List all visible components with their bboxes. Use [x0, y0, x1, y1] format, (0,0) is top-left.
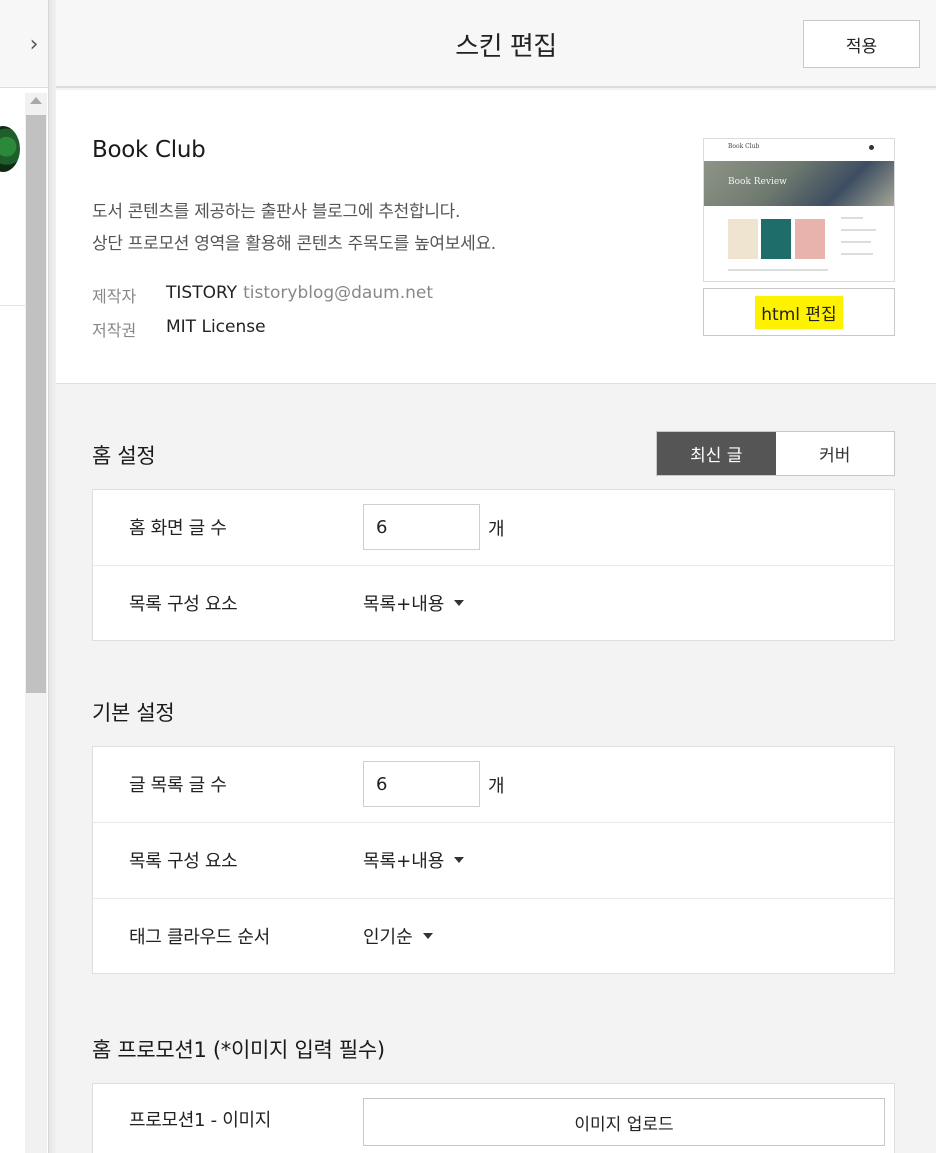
home-list-component-value: 목록+내용 — [363, 594, 445, 615]
basic-settings-box: 글 목록 글 수 6 개 목록 구성 요소 목록+내용 태그 클라우드 순서 인… — [92, 746, 895, 974]
basic-list-component-row: 목록 구성 요소 목록+내용 — [93, 823, 894, 899]
caret-down-icon — [454, 857, 465, 863]
home-post-count-row: 홈 화면 글 수 6 개 — [93, 490, 894, 566]
home-list-component-row: 목록 구성 요소 목록+내용 — [93, 566, 894, 642]
skin-info-card: Book Club 도서 콘텐츠를 제공하는 출판사 블로그에 추천합니다. 상… — [56, 90, 936, 384]
home-post-count-input[interactable]: 6 — [363, 504, 480, 550]
image-upload-button[interactable]: 이미지 업로드 — [363, 1098, 885, 1146]
toggle-cover[interactable]: 커버 — [775, 432, 894, 475]
skin-preview-thumbnail: Book Club Book Review — [703, 138, 895, 282]
tag-order-row: 태그 클라우드 순서 인기순 — [93, 899, 894, 975]
home-settings-title: 홈 설정 — [92, 444, 156, 468]
author-value: TISTORY tistoryblog@daum.net — [166, 283, 433, 303]
author-label: 제작자 — [92, 287, 137, 306]
license-value: MIT License — [166, 317, 266, 337]
skin-name: Book Club — [92, 137, 206, 163]
skin-description-line1: 도서 콘텐츠를 제공하는 출판사 블로그에 추천합니다. — [92, 202, 461, 222]
caret-down-icon — [422, 933, 433, 939]
preview-logo: Book Club — [728, 143, 760, 150]
basic-list-component-select[interactable]: 목록+내용 — [363, 847, 465, 873]
basic-post-count-unit: 개 — [488, 776, 505, 797]
preview-sidebar-line — [841, 229, 876, 231]
home-type-toggle: 최신 글 커버 — [656, 431, 895, 476]
preview-sidebar-line — [841, 217, 863, 219]
panel-header: 스킨 편집 적용 — [56, 0, 936, 88]
toggle-latest-posts[interactable]: 최신 글 — [657, 432, 776, 475]
divider — [0, 305, 25, 306]
basic-post-count-label: 글 목록 글 수 — [129, 775, 227, 796]
background-topbar: › — [0, 0, 48, 88]
tag-order-select[interactable]: 인기순 — [363, 923, 433, 949]
promotion-box: 프로모션1 - 이미지 이미지 업로드 — [92, 1083, 895, 1153]
home-list-component-select[interactable]: 목록+내용 — [363, 590, 465, 616]
home-post-count-label: 홈 화면 글 수 — [129, 518, 227, 539]
preview-book-cover — [761, 219, 791, 259]
background-content — [0, 93, 25, 1153]
html-edit-label: html 편집 — [755, 295, 843, 329]
apply-button[interactable]: 적용 — [803, 20, 920, 68]
skin-edit-panel: 스킨 편집 적용 Book Club 도서 콘텐츠를 제공하는 출판사 블로그에… — [56, 0, 936, 1153]
license-label: 저작권 — [92, 321, 137, 340]
promotion-image-row: 프로모션1 - 이미지 이미지 업로드 — [93, 1084, 894, 1153]
home-list-component-label: 목록 구성 요소 — [129, 594, 238, 615]
preview-sidebar-line — [841, 253, 873, 255]
promotion-image-label: 프로모션1 - 이미지 — [129, 1110, 272, 1131]
preview-hero-text: Book Review — [728, 177, 787, 187]
basic-list-component-value: 목록+내용 — [363, 851, 445, 872]
preview-hero: Book Review — [704, 161, 894, 206]
home-post-count-unit: 개 — [488, 519, 505, 540]
tag-order-label: 태그 클라우드 순서 — [129, 927, 270, 948]
basic-list-component-label: 목록 구성 요소 — [129, 851, 238, 872]
panel-edge — [48, 0, 56, 1153]
preview-topbar: Book Club — [704, 139, 894, 161]
tag-order-value: 인기순 — [363, 927, 413, 948]
author-name: TISTORY — [166, 283, 238, 303]
preview-book-cover — [795, 219, 825, 259]
scrollbar-thumb[interactable] — [26, 115, 46, 693]
basic-post-count-row: 글 목록 글 수 6 개 — [93, 747, 894, 823]
scroll-up-arrow-icon[interactable] — [30, 97, 42, 104]
html-edit-button[interactable]: html 편집 — [703, 288, 895, 336]
home-settings-box: 홈 화면 글 수 6 개 목록 구성 요소 목록+내용 — [92, 489, 895, 641]
skin-description-line2: 상단 프로모션 영역을 활용해 콘텐츠 주목도를 높여보세요. — [92, 234, 496, 254]
preview-footer-line — [728, 269, 828, 271]
preview-sidebar-line — [841, 241, 871, 243]
preview-book-cover — [728, 219, 758, 259]
basic-post-count-input[interactable]: 6 — [363, 761, 480, 807]
author-email: tistoryblog@daum.net — [243, 283, 433, 303]
promotion-title: 홈 프로모션1 (*이미지 입력 필수) — [92, 1038, 385, 1062]
chevron-right-icon[interactable]: › — [24, 30, 44, 58]
caret-down-icon — [454, 600, 465, 606]
preview-menu-icon — [869, 145, 874, 150]
basic-settings-title: 기본 설정 — [92, 701, 175, 725]
